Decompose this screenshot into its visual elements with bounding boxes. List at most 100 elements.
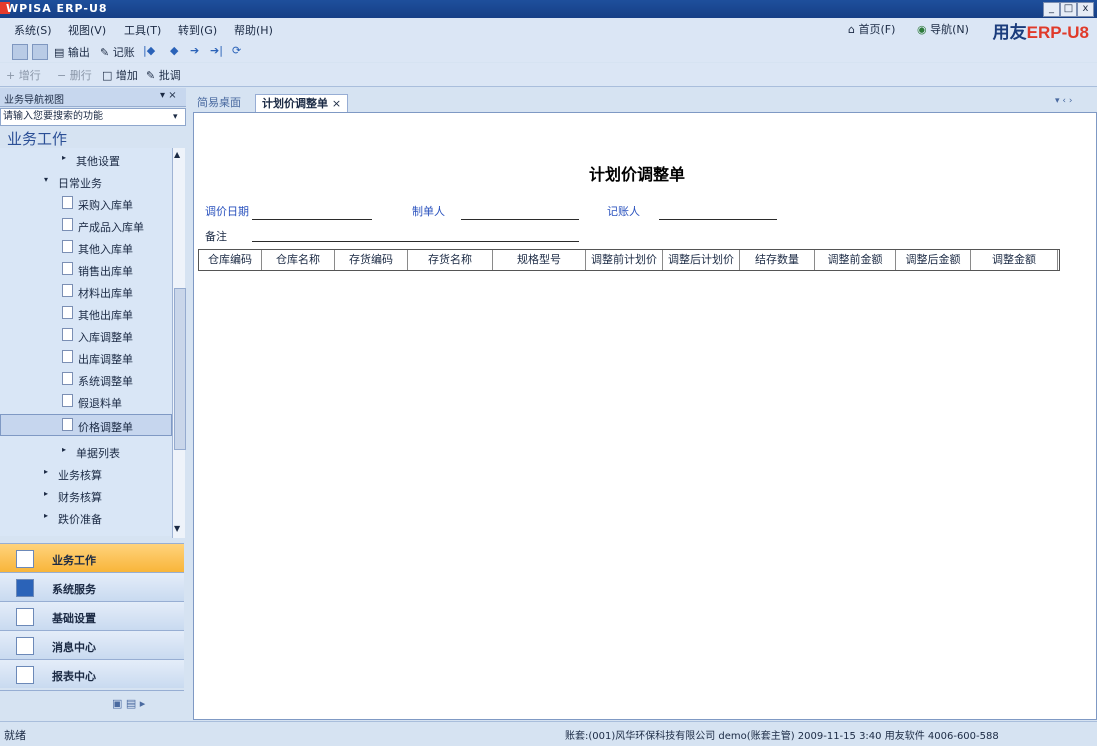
column-header[interactable]: 调整后金额: [896, 250, 971, 270]
column-header[interactable]: 规格型号: [493, 250, 586, 270]
output-label: 输出: [67, 46, 90, 59]
overflow-icons[interactable]: ▣ ▤ ▸: [112, 697, 145, 710]
column-header[interactable]: 调整金额: [971, 250, 1058, 270]
window-title: WPISA ERP-U8: [6, 2, 108, 15]
first-record-button[interactable]: |◆: [143, 44, 155, 57]
next-record-button[interactable]: ➔: [190, 44, 199, 57]
expanded-arrow-icon: ▾: [44, 175, 49, 184]
nav-link[interactable]: ◉ 导航(N): [917, 21, 969, 37]
tree-item-fake-return[interactable]: 假退料单: [0, 390, 172, 412]
record-button[interactable]: ✎ 记账: [100, 44, 135, 60]
bookkeeper-field[interactable]: [659, 219, 777, 220]
tree-item-sales-issue[interactable]: 销售出库单: [0, 258, 172, 280]
tree-item-impairment-reserve[interactable]: ▸ 跌价准备: [0, 506, 172, 528]
refresh-icon[interactable]: ⟳: [232, 44, 241, 57]
delete-row-button[interactable]: − 删行: [57, 67, 92, 82]
tree-item-other-settings[interactable]: ▸ 其他设置: [0, 148, 172, 170]
tree-label: 材料出库单: [78, 287, 133, 300]
tab-desktop[interactable]: 简易桌面: [191, 94, 247, 111]
delete-row-label: 删行: [69, 69, 92, 82]
nav-button-overflow: ▣ ▤ ▸: [0, 690, 184, 717]
collapsed-arrow-icon: ▸: [44, 489, 49, 498]
maker-field[interactable]: [461, 219, 579, 220]
tree-item-other-receipt[interactable]: 其他入库单: [0, 236, 172, 258]
status-bar: 就绪 账套:(001)风华环保科技有限公司 demo(账套主管) 2009-11…: [0, 721, 1097, 746]
nav-button-message-center[interactable]: 消息中心: [0, 630, 184, 659]
add-row-button[interactable]: + 增行: [6, 67, 41, 82]
tree-item-system-adjust[interactable]: 系统调整单: [0, 368, 172, 390]
tab-price-adjust[interactable]: 计划价调整单 ×: [255, 94, 349, 112]
nav-tree-scrollbar[interactable]: ▲ ▼: [172, 148, 186, 538]
nav-button-basic-settings[interactable]: 基础设置: [0, 601, 184, 630]
nav-button-label: 系统服务: [52, 583, 96, 596]
column-header[interactable]: 调整前计划价: [586, 250, 663, 270]
minimize-button[interactable]: _: [1043, 2, 1060, 17]
nav-button-system-service[interactable]: 系统服务: [0, 572, 184, 601]
column-header[interactable]: 存货编码: [335, 250, 408, 270]
tree-label: 其他设置: [76, 155, 120, 168]
tree-item-business-accounting[interactable]: ▸ 业务核算: [0, 462, 172, 484]
add-label: 增加: [115, 69, 138, 82]
batch-adjust-button[interactable]: ✎ 批调: [146, 67, 181, 82]
tree-item-issue-adjust[interactable]: 出库调整单: [0, 346, 172, 368]
adjust-date-field[interactable]: [252, 219, 372, 220]
column-header[interactable]: 存货名称: [408, 250, 493, 270]
pin-close-icons[interactable]: ▾ ×: [160, 90, 177, 101]
tree-label: 跌价准备: [58, 513, 102, 526]
column-header[interactable]: 调整后计划价: [663, 250, 740, 270]
function-search-input[interactable]: 请输入您要搜索的功能 ▾: [0, 108, 186, 126]
output-button[interactable]: ▤ 输出: [54, 44, 90, 60]
tree-item-price-adjust[interactable]: 价格调整单: [0, 414, 172, 436]
nav-tree: ▸ 其他设置 ▾ 日常业务 采购入库单 产成品入库单 其他入库单 销售出库单 材料出…: [0, 148, 172, 536]
preview-icon[interactable]: [32, 44, 48, 60]
prev-record-button[interactable]: ◆: [170, 44, 178, 57]
tree-item-material-issue[interactable]: 材料出库单: [0, 280, 172, 302]
column-header[interactable]: 仓库编码: [199, 250, 262, 270]
tree-item-finished-goods-receipt[interactable]: 产成品入库单: [0, 214, 172, 236]
menu-system[interactable]: 系统(S): [14, 22, 52, 38]
maximize-button[interactable]: □: [1060, 2, 1077, 17]
tree-item-financial-accounting[interactable]: ▸ 财务核算: [0, 484, 172, 506]
column-header[interactable]: 调整前金额: [815, 250, 896, 270]
menu-view[interactable]: 视图(V): [68, 22, 106, 38]
bookkeeper-label: 记账人: [607, 205, 640, 218]
document-icon: [62, 372, 73, 385]
tree-item-purchase-receipt[interactable]: 采购入库单: [0, 192, 172, 214]
menu-goto[interactable]: 转到(G): [178, 22, 217, 38]
tree-item-document-list[interactable]: ▸ 单据列表: [0, 440, 172, 462]
print-icon[interactable]: [12, 44, 28, 60]
tab-nav-arrows[interactable]: ▾ ‹ ›: [1055, 96, 1072, 106]
scroll-up-icon[interactable]: ▲: [174, 150, 180, 159]
document-icon: [62, 262, 73, 275]
dropdown-icon[interactable]: ▾: [173, 109, 178, 125]
batch-icon: ✎: [146, 69, 156, 82]
nav-panel-header: 业务导航视图 ▾ ×: [0, 88, 186, 107]
scroll-thumb[interactable]: [174, 288, 186, 450]
detail-grid-header: 仓库编码 仓库名称 存货编码 存货名称 规格型号 调整前计划价 调整后计划价 结…: [198, 249, 1060, 271]
tree-item-other-issue[interactable]: 其他出库单: [0, 302, 172, 324]
nav-button-business-work[interactable]: 业务工作: [0, 543, 184, 572]
tree-label: 日常业务: [58, 177, 102, 190]
document-icon: [62, 240, 73, 253]
tree-label: 价格调整单: [78, 421, 133, 434]
scroll-down-icon[interactable]: ▼: [174, 524, 180, 533]
report-icon: [16, 666, 34, 684]
column-header[interactable]: 仓库名称: [262, 250, 335, 270]
tree-item-daily-business[interactable]: ▾ 日常业务: [0, 170, 172, 192]
tab-close-icon[interactable]: ×: [332, 97, 341, 110]
tree-item-receipt-adjust[interactable]: 入库调整单: [0, 324, 172, 346]
nav-button-report-center[interactable]: 报表中心: [0, 659, 184, 688]
last-record-button[interactable]: ➔|: [210, 44, 223, 57]
menu-bar: 系统(S) 视图(V) 工具(T) 转到(G) 帮助(H) ⌂ 首页(F) ◉ …: [0, 18, 1097, 42]
add-button[interactable]: □ 增加: [102, 67, 138, 82]
menu-tools[interactable]: 工具(T): [124, 22, 161, 38]
document-icon: [62, 306, 73, 319]
home-link[interactable]: ⌂ 首页(F): [848, 21, 895, 37]
column-header[interactable]: 结存数量: [740, 250, 815, 270]
close-button[interactable]: x: [1077, 2, 1094, 17]
tree-label: 其他出库单: [78, 309, 133, 322]
menu-help[interactable]: 帮助(H): [234, 22, 273, 38]
remark-field[interactable]: [252, 241, 579, 242]
collapsed-arrow-icon: ▸: [44, 467, 49, 476]
collapsed-arrow-icon: ▸: [44, 511, 49, 520]
